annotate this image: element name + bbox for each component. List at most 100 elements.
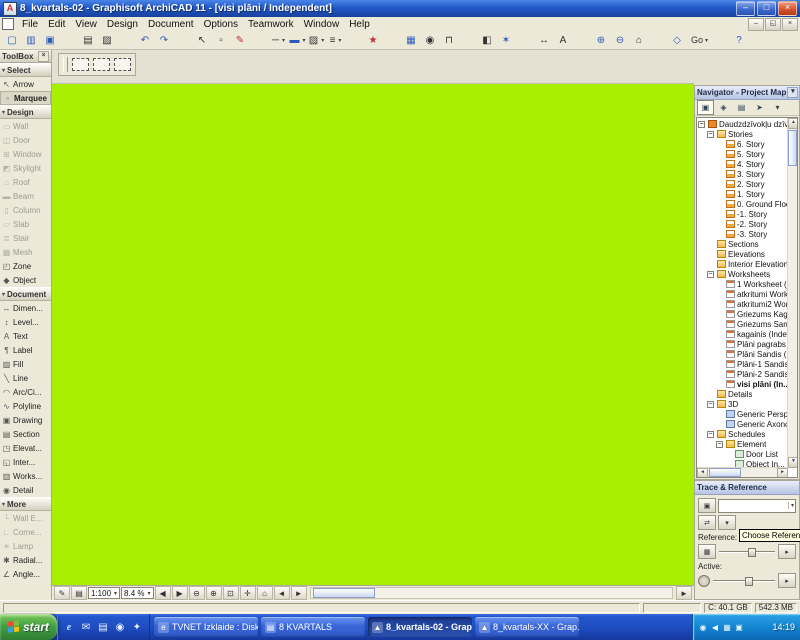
pointer-icon[interactable]: ↖ <box>193 32 212 48</box>
media-player-icon[interactable]: ◉ <box>113 620 127 634</box>
toolbox-row[interactable]: ▦ Mesh <box>0 245 51 259</box>
tree-item[interactable]: -1. Story <box>697 209 788 219</box>
navigator-hscrollbar[interactable]: ◄ ► <box>697 467 788 477</box>
tree-item[interactable]: 1. Story <box>697 189 788 199</box>
scroll-right-icon[interactable]: ► <box>676 586 692 600</box>
tree-expander-icon[interactable] <box>707 430 714 438</box>
next-view-icon[interactable]: ▶ <box>171 586 188 600</box>
tree-expander-icon[interactable] <box>716 330 725 339</box>
toolbox-row[interactable]: ☀ Lamp <box>0 539 51 553</box>
pen-icon[interactable]: ✎ <box>231 32 250 48</box>
save-icon[interactable]: ▣ <box>41 32 60 48</box>
tree-expander-icon[interactable] <box>707 390 716 399</box>
tree-item[interactable]: -3. Story <box>697 229 788 239</box>
navigator-menu-icon[interactable]: ▾ <box>787 87 799 98</box>
tree-expander-icon[interactable] <box>716 170 725 179</box>
tree-expander-icon[interactable] <box>716 280 725 289</box>
tree-expander-icon[interactable] <box>707 130 714 138</box>
toolbox-row[interactable]: ✱ Radial... <box>0 553 51 567</box>
toolbar-separator[interactable] <box>459 32 478 48</box>
reference-more-icon[interactable]: ▸ <box>778 544 796 559</box>
menu-item[interactable]: Edit <box>43 18 70 31</box>
active-slider-knob[interactable] <box>745 577 754 586</box>
toolbox-row[interactable]: ▱ Slab <box>0 217 51 231</box>
tree-expander-icon[interactable] <box>725 450 734 459</box>
toolbar-separator[interactable] <box>117 32 136 48</box>
tray-display-icon[interactable]: ▣ <box>734 622 744 632</box>
tree-item[interactable]: Griezums Kaga... <box>697 309 788 319</box>
tray-volume-icon[interactable]: ◀ <box>710 622 720 632</box>
toolbar-separator[interactable] <box>649 32 668 48</box>
magic-wand-icon[interactable]: ✶ <box>497 32 516 48</box>
toolbox-row[interactable]: ▣ Drawing <box>0 413 51 427</box>
pan-icon[interactable]: ✛ <box>239 586 256 600</box>
tree-item[interactable]: Worksheets <box>697 269 788 279</box>
tree-expander-icon[interactable] <box>716 300 725 309</box>
tree-expander-icon[interactable] <box>716 220 725 229</box>
toolbox-row[interactable]: ▥ Works... <box>0 469 51 483</box>
grid-snap-icon[interactable]: ▦ <box>402 32 421 48</box>
active-more-icon[interactable]: ▸ <box>778 573 796 588</box>
tree-expander-icon[interactable] <box>716 190 725 199</box>
tree-expander-icon[interactable] <box>716 380 725 389</box>
toolbox-row[interactable]: More <box>0 497 51 511</box>
tree-item[interactable]: Griezums Sand... <box>697 319 788 329</box>
favorites-icon[interactable]: ★ <box>364 32 383 48</box>
tree-item[interactable]: Generic Axono... <box>697 419 788 429</box>
infobox-grip[interactable] <box>63 57 68 72</box>
tree-expander-icon[interactable] <box>707 400 714 408</box>
hscroll-thumb[interactable] <box>709 468 741 477</box>
tree-item[interactable]: Plāni-2 Sandis... <box>697 369 788 379</box>
zoom-dropdown[interactable]: 8.4 % <box>121 587 154 599</box>
toolbox-row[interactable]: Select <box>0 63 51 77</box>
toolbox-row[interactable]: ⌂ Roof <box>0 175 51 189</box>
zoom-out-icon[interactable]: ⊖ <box>188 586 205 600</box>
toolbox-row[interactable]: ◉ Detail <box>0 483 51 497</box>
tree-item[interactable]: Generic Persp... <box>697 409 788 419</box>
tree-item[interactable]: 0. Ground Floo... <box>697 199 788 209</box>
taskbar-task-button[interactable]: ▲ 8_kvartals-02 - Grap... <box>368 617 472 637</box>
taskbar-task-button[interactable]: e TVNET Izklaide : Disk... <box>154 617 258 637</box>
toolbar-separator[interactable] <box>345 32 364 48</box>
toolbox-row[interactable]: ▯ Column <box>0 203 51 217</box>
scale-dropdown[interactable]: 1:100 <box>88 587 121 599</box>
toolbox-row[interactable]: ↔ Dimen... <box>0 301 51 315</box>
toolbar-separator[interactable] <box>174 32 193 48</box>
tree-item[interactable]: Schedules <box>697 429 788 439</box>
tray-update-icon[interactable]: ◉ <box>698 622 708 632</box>
active-color-swatch[interactable] <box>698 574 710 587</box>
horizontal-scroll-thumb[interactable] <box>312 588 375 598</box>
drawing-canvas[interactable] <box>52 84 694 585</box>
messenger-icon[interactable]: ✦ <box>130 620 144 634</box>
tree-expander-icon[interactable] <box>716 200 725 209</box>
toolbox-row[interactable]: ◠ Arc/Ci... <box>0 385 51 399</box>
reference-opacity-slider[interactable] <box>718 547 776 557</box>
menu-item[interactable]: View <box>70 18 102 31</box>
toolbar-separator[interactable] <box>250 32 269 48</box>
toolbox-row[interactable]: ▤ Section <box>0 427 51 441</box>
tree-item[interactable]: visi plāni (In... <box>697 379 788 389</box>
zoom-in-icon[interactable]: ⊕ <box>205 586 222 600</box>
marquee-multi-icon[interactable] <box>93 58 110 71</box>
marquee-icon[interactable]: ▫ <box>212 32 231 48</box>
toolbox-close-icon[interactable]: × <box>38 50 49 62</box>
menu-item[interactable]: File <box>17 18 43 31</box>
toolbox-row[interactable]: ▭ Wall <box>0 119 51 133</box>
taskbar-task-button[interactable]: ▤ 8 KVARTALS <box>261 617 365 637</box>
magnet-icon[interactable]: ◉ <box>421 32 440 48</box>
tree-item[interactable]: kagainis (Inde... <box>697 329 788 339</box>
marquee-single-icon[interactable] <box>72 58 89 71</box>
fit-in-window-icon[interactable]: ⌂ <box>630 32 649 48</box>
menu-item[interactable]: Options <box>199 18 243 31</box>
menu-item[interactable]: Window <box>299 18 345 31</box>
tree-item[interactable]: Daudzdzīvokļu dzīvojam... <box>697 119 788 129</box>
scroll-right-icon[interactable]: ► <box>777 468 788 477</box>
toolbox-row[interactable]: A Text <box>0 329 51 343</box>
suspend-groups-icon[interactable]: ◧ <box>478 32 497 48</box>
tree-expander-icon[interactable] <box>716 410 725 419</box>
navigator-vscrollbar[interactable]: ▲ ▼ <box>787 118 797 468</box>
navigator-properties-icon[interactable]: ▾ <box>769 100 786 115</box>
quick-layers-icon[interactable]: ▤ <box>71 586 87 600</box>
tree-expander-icon[interactable] <box>716 320 725 329</box>
toolbox-row[interactable]: ↖ Arrow <box>0 77 51 91</box>
